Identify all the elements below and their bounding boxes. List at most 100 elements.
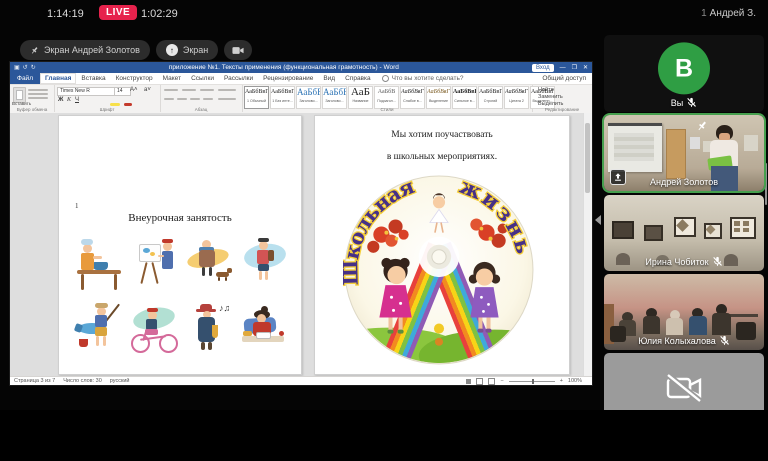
wall-frame — [612, 221, 634, 239]
shrink-font-icon: а˅ — [144, 87, 151, 94]
mic-muted-icon — [686, 97, 697, 108]
tab-label: Экран Андрей Золотов — [44, 45, 140, 55]
shared-screen-word-window[interactable]: ▣ ↺ ↻ приложение №1. Тексты применения (… — [10, 62, 592, 385]
font-color-icon — [124, 103, 132, 106]
viewer-count: 1 — [701, 8, 707, 19]
view-read-icon — [466, 379, 471, 384]
call-toolbar: 10 — [0, 410, 768, 461]
editing-group: Найти Заменить Выделить Редактирование — [532, 85, 592, 112]
illustration-reading — [237, 301, 288, 364]
bold-button: Ж — [58, 97, 63, 104]
door — [666, 129, 686, 179]
status-language: русский — [110, 378, 130, 384]
restore-icon: ❐ — [572, 64, 577, 71]
wall-frame — [644, 225, 663, 241]
paste-label: Вставить — [12, 101, 31, 106]
status-words: Число слов: 30 — [63, 378, 102, 384]
ribbon-tab-file: Файл — [10, 73, 40, 84]
zoom-in-button: + — [560, 378, 563, 384]
document-page-left: 1 Внеурочная занятость — [58, 115, 302, 375]
music-notes: ♪♫ — [219, 303, 230, 313]
illustration-walking-the-dog — [182, 234, 233, 297]
mic-muted-icon — [719, 335, 730, 346]
tab-screen[interactable]: ↑ Экран — [156, 40, 218, 60]
document-scrollbar[interactable] — [583, 113, 592, 377]
ribbon-tab-layout: Макет — [158, 73, 186, 84]
ribbon-tab-mailings: Рассылки — [219, 73, 258, 84]
font-size-box: 14 — [114, 87, 131, 96]
editing-group-label: Редактирование — [532, 107, 592, 112]
live-badge: LIVE — [99, 5, 137, 20]
illustration-fishing — [73, 301, 124, 364]
participant-tile-andrey[interactable]: Андрей Золотов — [604, 115, 764, 191]
word-statusbar: Страница 3 из 7 Число слов: 30 русский −… — [10, 376, 592, 385]
participant-tile-camera-off[interactable] — [604, 353, 764, 410]
font-group: Times New R 14 А˄ а˅ Ж К Ч Шрифт — [54, 85, 161, 112]
meeting-window: 1:14:19 LIVE 1:02:29 1Андрей З. Экран Ан… — [0, 0, 768, 461]
participant-tile-irina[interactable]: Ирина Чобиток — [604, 195, 764, 271]
participant-tile-self[interactable]: В Вы — [604, 35, 764, 112]
left-page-title: Внеурочная занятость — [59, 212, 301, 224]
page-number: 1 — [75, 202, 79, 210]
illustration-hiking — [237, 234, 288, 297]
viewer-indicator: 1Андрей З. — [701, 8, 756, 19]
clipboard-group-label: Буфер обмена — [10, 107, 54, 112]
word-document-canvas: 1 Внеурочная занятость — [10, 113, 584, 377]
avatar: В — [658, 43, 710, 95]
ribbon-tab-design: Конструктор — [111, 73, 158, 84]
camera-toggle-chip[interactable] — [224, 40, 252, 60]
font-group-label: Шрифт — [54, 107, 160, 112]
zoom-level: 100% — [568, 378, 582, 384]
illustration-painting — [128, 234, 179, 297]
participant-name: Андрей Золотов — [650, 177, 718, 187]
sidebar-collapse-chevron[interactable] — [595, 215, 601, 225]
pin-icon — [30, 46, 39, 55]
word-ribbon: Вставить Буфер обмена Times New R 14 А˄ … — [10, 85, 592, 114]
sidebar-scrollbar[interactable] — [765, 163, 767, 205]
right-page-line1: Мы хотим поучаствовать — [315, 130, 569, 140]
save-icon: ▣ — [14, 64, 20, 71]
screen-share-icon: ↑ — [166, 44, 178, 56]
paragraph-group-label: Абзац — [160, 107, 242, 112]
mic-muted-icon — [712, 256, 723, 267]
grow-font-icon: А˄ — [130, 87, 138, 94]
ribbon-tab-references: Ссылки — [186, 73, 219, 84]
ribbon-tab-home: Главная — [40, 73, 76, 84]
meeting-elapsed-time: 1:14:19 — [47, 8, 84, 20]
illustration-cycling — [128, 301, 179, 364]
hobby-illustrations: ♪♫ — [73, 234, 287, 364]
redo-icon: ↻ — [31, 64, 36, 71]
participant-name: Юлия Колыхалова — [638, 336, 716, 346]
ribbon-tab-review: Рецензирование — [258, 73, 318, 84]
zoom-slider — [509, 381, 555, 382]
word-ribbon-tabs: Файл Главная Вставка Конструктор Макет С… — [10, 73, 592, 85]
highlight-icon — [110, 103, 120, 106]
tab-label: Экран — [183, 45, 208, 55]
minimize-icon: — — [560, 65, 566, 71]
illustration-saxophone: ♪♫ — [182, 301, 233, 364]
participant-tile-yulia[interactable]: Юлия Колыхалова — [604, 274, 764, 350]
word-document-title: приложение №1. Тексты применения (функци… — [36, 64, 532, 71]
undo-icon: ↺ — [23, 64, 28, 71]
document-page-right: Мы хотим поучаствовать в школьных меропр… — [314, 115, 570, 375]
status-page: Страница 3 из 7 — [14, 378, 55, 384]
ribbon-tab-view: Вид — [318, 73, 340, 84]
word-titlebar: ▣ ↺ ↻ приложение №1. Тексты применения (… — [10, 62, 592, 73]
viewer-name: Андрей З. — [710, 8, 756, 19]
ribbon-tab-help: Справка — [340, 73, 376, 84]
live-elapsed-time: 1:02:29 — [141, 8, 178, 20]
clipboard-group: Вставить Буфер обмена — [10, 85, 55, 112]
tell-me-box: Что вы хотите сделать? — [382, 75, 464, 82]
school-life-disc-image: Школьная жизнь — [343, 174, 535, 366]
styles-group: АаБбВвГг1 ОбычныйАаБбВвГг1 Без инте...Аа… — [242, 85, 533, 112]
close-icon: ✕ — [583, 64, 588, 71]
underline-button: Ч — [75, 97, 79, 104]
pin-icon — [696, 120, 708, 132]
find-item: Найти — [538, 87, 554, 94]
view-web-icon — [488, 378, 495, 385]
replace-item: Заменить — [538, 94, 563, 101]
tab-screen-andrey[interactable]: Экран Андрей Золотов — [20, 40, 150, 60]
camera-off-icon — [664, 371, 704, 405]
word-share-button: Общий доступ — [542, 75, 586, 82]
participant-name: Ирина Чобиток — [645, 257, 708, 267]
